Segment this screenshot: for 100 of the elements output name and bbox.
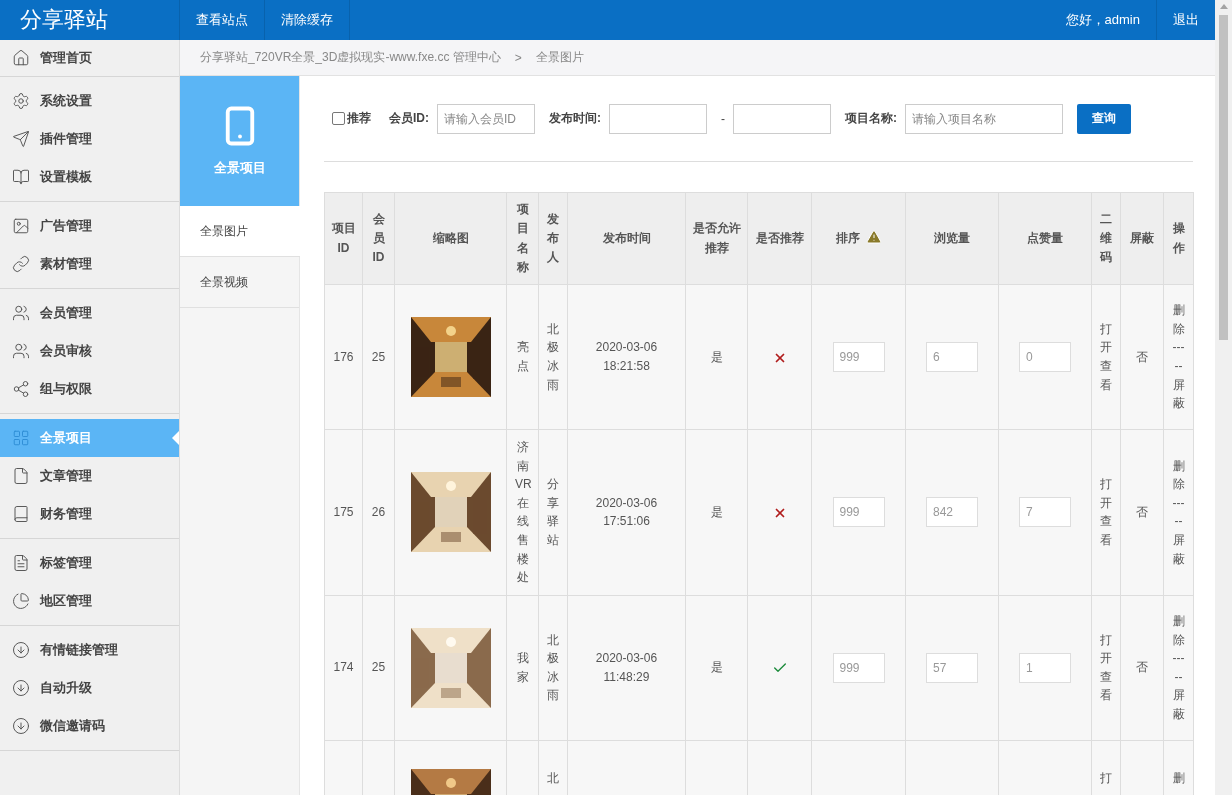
publisher-name: 北: [547, 770, 559, 785]
column-header: 项目ID: [331, 221, 356, 255]
column-header: 项目名称: [516, 202, 529, 274]
action-link[interactable]: 屏蔽: [1172, 375, 1185, 413]
member-id: 25: [371, 349, 386, 364]
project-name-label: 项目名称:: [845, 110, 897, 127]
column-header: 排序: [835, 230, 860, 245]
sidebar-item[interactable]: 设置模板: [0, 158, 179, 196]
action-link[interactable]: 屏蔽: [1172, 530, 1185, 569]
query-button[interactable]: 查询: [1077, 103, 1131, 134]
publisher-name: 北极冰雨: [547, 321, 559, 392]
menu-icon: [12, 679, 30, 697]
allow-recommend-value: 是: [710, 660, 723, 675]
sidebar-item[interactable]: 地区管理: [0, 582, 179, 620]
menu-icon: [12, 342, 30, 360]
column-header: 缩略图: [432, 230, 469, 245]
column-header: 是否推荐: [755, 230, 804, 245]
project-name-field[interactable]: 请输入项目名称: [905, 103, 1063, 134]
shield-value: 否: [1136, 660, 1148, 675]
menu-icon: [12, 217, 30, 235]
publish-date: 2020-03-06: [595, 339, 658, 357]
menu-icon: [12, 505, 30, 523]
menu-icon: [12, 304, 30, 322]
sidebar-item[interactable]: 微信邀请码: [0, 707, 179, 745]
member-id-field[interactable]: 请输入会员ID: [437, 103, 535, 134]
publisher-name: 分享驿站: [547, 477, 559, 547]
start-date-field[interactable]: [609, 103, 707, 134]
section-title: 全景项目: [213, 159, 266, 177]
project-id: 176: [333, 349, 354, 364]
publish-time: 17:51:06: [603, 513, 650, 531]
sidebar-item[interactable]: 插件管理: [0, 120, 179, 158]
publish-date: 2020-03-06: [595, 494, 658, 512]
action-link[interactable]: 删除: [1172, 301, 1185, 339]
sub-nav-item[interactable]: 全景图片: [180, 206, 300, 257]
column-header: 发布人: [547, 211, 559, 265]
publish-time: 18:21:58: [603, 358, 650, 375]
end-date-field[interactable]: [733, 103, 831, 134]
menu-icon: [12, 92, 30, 110]
greeting-text: 您好，admin: [1064, 11, 1141, 29]
publish-date: 2020-03-06: [595, 650, 658, 668]
project-name: 亮点: [516, 340, 529, 373]
menu-icon: [12, 717, 30, 735]
menu-icon: [12, 592, 30, 610]
scrollbar[interactable]: [1215, 0, 1232, 795]
action-link[interactable]: 删除: [1172, 611, 1185, 650]
menu-icon: [12, 168, 30, 186]
sidebar-item[interactable]: 素材管理: [0, 245, 179, 283]
sidebar-item[interactable]: 会员管理: [0, 294, 179, 332]
column-header: 二维码: [1100, 211, 1112, 265]
menu-icon: [12, 554, 30, 572]
recommend-checkbox[interactable]: [332, 112, 345, 125]
allow-recommend-value: 是: [710, 349, 723, 364]
column-header: 屏蔽: [1130, 230, 1154, 245]
project-id: 175: [333, 505, 354, 520]
warning-icon: [865, 228, 882, 245]
sidebar-item[interactable]: 会员审核: [0, 332, 179, 370]
action-link[interactable]: 屏蔽: [1172, 686, 1185, 724]
sidebar-item[interactable]: 文章管理: [0, 457, 179, 495]
qr-code-link[interactable]: 打开查看: [1100, 475, 1112, 550]
sidebar-item[interactable]: 财务管理: [0, 495, 179, 533]
shield-value: 否: [1136, 505, 1148, 520]
action-link[interactable]: 删: [1172, 768, 1185, 788]
menu-icon: [12, 380, 30, 398]
project-name: 济南VR在线售楼处: [515, 440, 532, 585]
recommend-label: 推荐: [347, 110, 371, 127]
sidebar-item[interactable]: 系统设置: [0, 82, 179, 120]
publisher-name: 北极冰雨: [547, 632, 559, 703]
column-header: 操作: [1172, 221, 1185, 255]
sidebar-item[interactable]: 组与权限: [0, 370, 179, 408]
menu-icon: [12, 467, 30, 485]
menu-icon: [12, 255, 30, 273]
column-header: 浏览量: [934, 230, 970, 245]
breadcrumb-separator: >: [514, 50, 522, 65]
column-header: 是否允许推荐: [692, 221, 741, 255]
sidebar-item[interactable]: 广告管理: [0, 207, 179, 245]
allow-recommend-value: 是: [710, 505, 723, 520]
menu-icon: [12, 130, 30, 148]
publish-time: 11:48:29: [603, 668, 650, 686]
menu-icon: [12, 429, 30, 447]
sidebar-item[interactable]: 自动升级: [0, 669, 179, 707]
sidebar-item[interactable]: 标签管理: [0, 544, 179, 582]
column-header: 点赞量: [1027, 230, 1063, 245]
publish-time-label: 发布时间:: [549, 110, 601, 127]
sidebar-item[interactable]: 有情链接管理: [0, 631, 179, 669]
member-id: 26: [371, 505, 386, 520]
member-id: 25: [371, 660, 386, 675]
range-separator: -: [721, 111, 725, 126]
member-id-label: 会员ID:: [389, 110, 429, 127]
breadcrumb-current: 全景图片: [535, 49, 584, 66]
menu-icon: [12, 49, 30, 67]
action-link[interactable]: 删除: [1172, 456, 1185, 494]
shield-value: 否: [1136, 349, 1148, 364]
qr-code-link[interactable]: 打: [1100, 768, 1112, 788]
project-id: 174: [333, 660, 354, 675]
separator-text: -----: [1172, 494, 1185, 531]
sidebar-item[interactable]: 管理首页: [0, 40, 179, 76]
column-header: 会员ID: [372, 211, 385, 265]
project-name: 我家: [516, 651, 529, 684]
separator-text: -----: [1172, 339, 1185, 375]
separator-text: -----: [1172, 650, 1185, 686]
